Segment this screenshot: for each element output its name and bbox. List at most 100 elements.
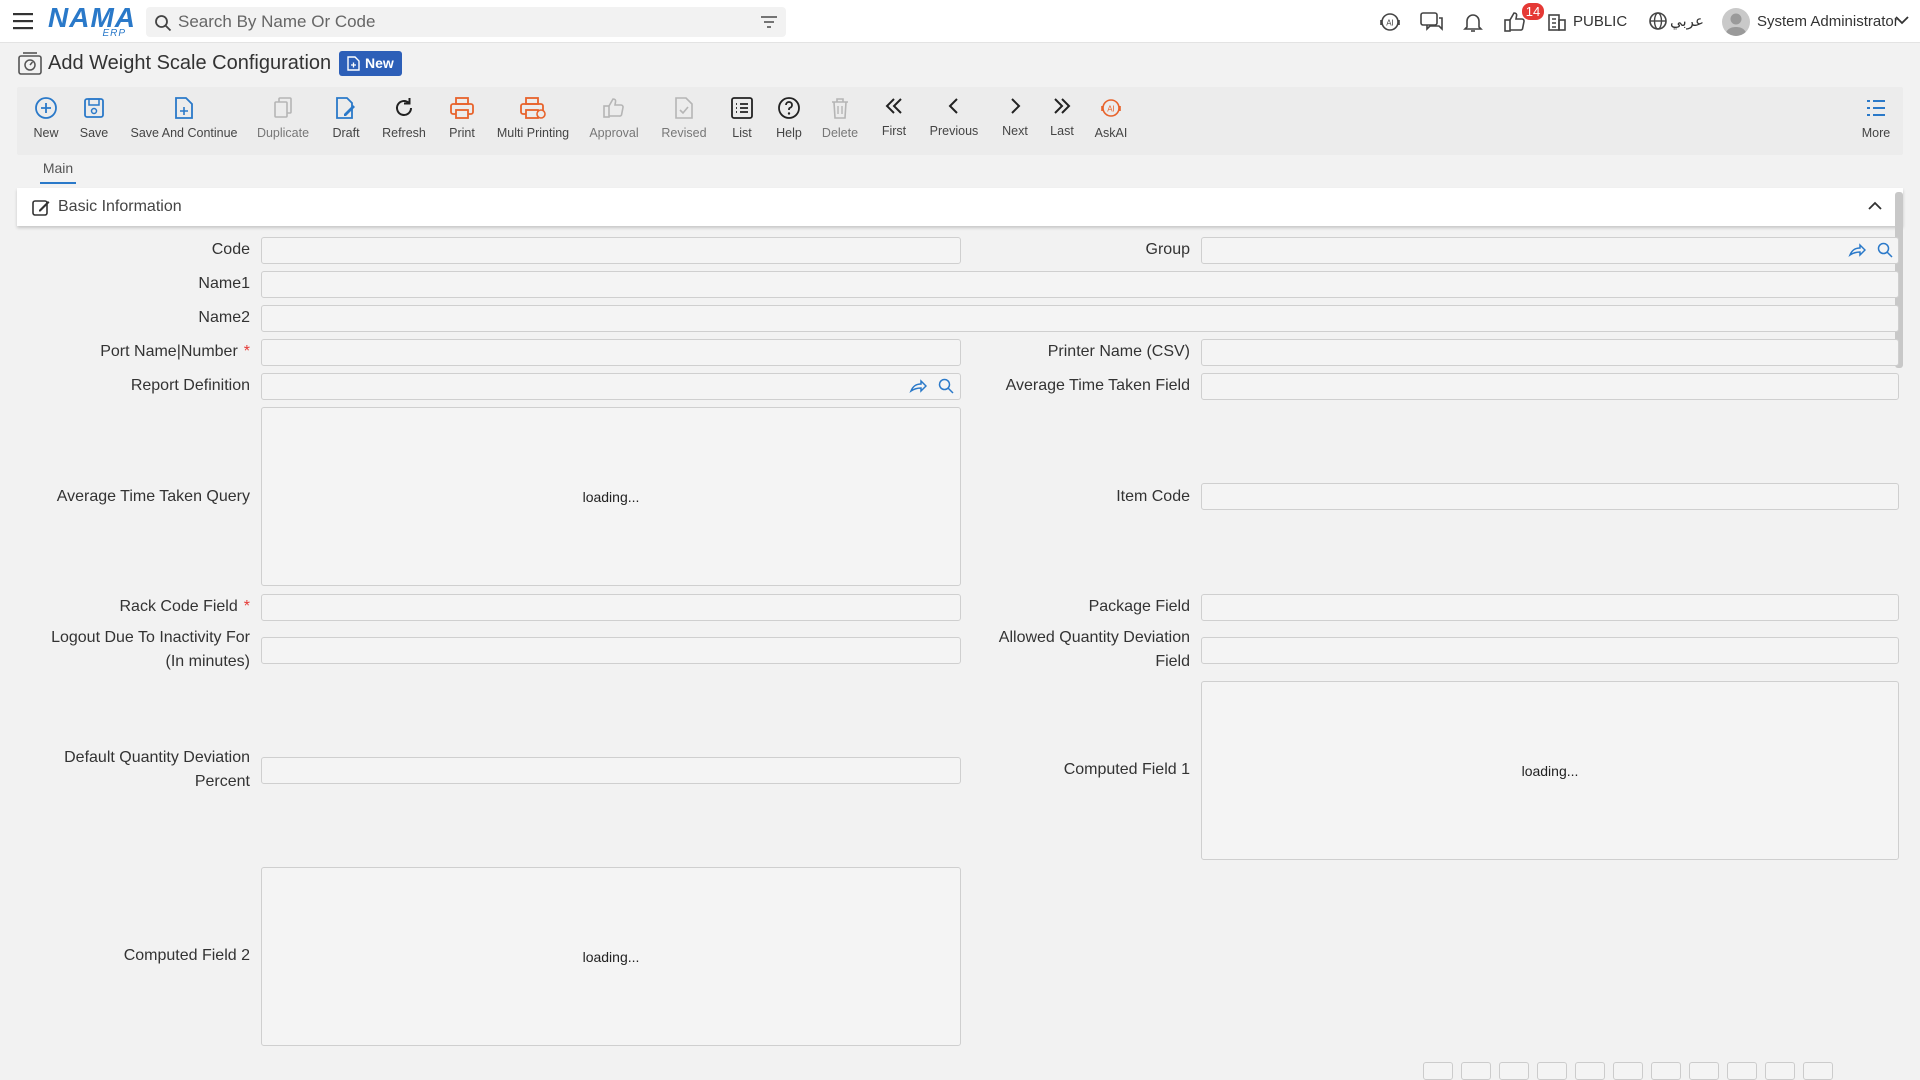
printer-name-label: Printer Name (CSV) [1047,343,1190,360]
item-code-input[interactable] [1201,483,1899,510]
more-button[interactable]: More [1859,94,1893,152]
logout-inactivity-label: Logout Due To Inactivity For (In minutes) [51,629,250,670]
user-name[interactable]: System Administrator [1757,13,1899,30]
bottom-action-button[interactable] [1765,1062,1795,1080]
average-time-taken-query-editor[interactable]: loading... [261,407,961,586]
section-title: Basic Information [58,198,182,215]
document-add-icon [173,94,195,122]
branch-label[interactable]: PUBLIC [1573,13,1627,30]
item-code-label: Item Code [1116,488,1190,505]
code-label: Code [211,241,250,258]
port-name-number-input[interactable] [261,339,961,366]
double-chevron-right-icon [1051,92,1073,120]
weight-scale-icon [16,50,44,78]
chat-icon[interactable] [1419,10,1445,34]
language-switch[interactable]: عربي [1670,12,1704,30]
average-time-taken-field-input[interactable] [1201,373,1899,400]
bottom-action-button[interactable] [1689,1062,1719,1080]
bell-icon[interactable] [1461,10,1487,34]
thumbs-up-icon [602,94,626,122]
code-input[interactable] [261,237,961,264]
menu-icon[interactable] [12,11,36,33]
print-button[interactable]: Print [445,94,479,152]
double-chevron-left-icon [883,92,905,120]
computed-field-1-label: Computed Field 1 [1063,761,1190,778]
svg-text:AI: AI [1107,105,1115,114]
page-title: Add Weight Scale Configuration [48,52,332,74]
revised-button[interactable]: Revised [659,94,709,152]
refresh-button[interactable]: Refresh [381,94,427,152]
next-record-button[interactable]: Next [998,92,1032,150]
edit-icon [31,198,51,218]
refresh-icon [392,94,416,122]
bottom-action-button[interactable] [1461,1062,1491,1080]
app-logo[interactable]: NAMA ERP [48,4,135,40]
group-input[interactable] [1201,237,1899,264]
loading-text: loading... [582,948,640,965]
allowed-quantity-deviation-input[interactable] [1201,637,1899,664]
list-button[interactable]: List [725,94,759,152]
save-button[interactable]: Save [77,94,111,152]
chevron-up-icon[interactable] [1867,200,1883,212]
bottom-action-button[interactable] [1575,1062,1605,1080]
delete-button[interactable]: Delete [820,94,860,152]
filter-icon[interactable] [760,14,778,30]
bottom-action-button[interactable] [1727,1062,1757,1080]
bottom-action-button[interactable] [1537,1062,1567,1080]
name1-label: Name1 [198,275,250,292]
bottom-action-button[interactable] [1423,1062,1453,1080]
bottom-action-button[interactable] [1499,1062,1529,1080]
building-icon[interactable] [1546,10,1572,34]
bottom-action-button[interactable] [1803,1062,1833,1080]
section-header[interactable]: Basic Information [17,188,1903,226]
ai-assistant-icon: AI [1098,94,1124,122]
ai-assistant-icon[interactable]: AI [1378,10,1404,34]
logout-inactivity-input[interactable] [261,637,961,664]
package-field-label: Package Field [1088,598,1190,615]
status-badge: New [339,51,402,76]
name1-input[interactable] [261,271,1899,298]
chevron-down-icon[interactable] [1894,14,1910,38]
tab-main[interactable]: Main [40,160,76,184]
duplicate-button[interactable]: Duplicate [255,94,311,152]
default-quantity-deviation-input[interactable] [261,757,961,784]
computed-field-1-editor[interactable]: loading... [1201,681,1899,860]
help-button[interactable]: Help [772,94,806,152]
lookup-search-icon[interactable] [937,377,955,395]
allowed-quantity-deviation-label: Allowed Quantity Deviation Field [998,629,1190,670]
last-record-button[interactable]: Last [1047,92,1077,150]
group-label: Group [1145,241,1190,258]
previous-record-button[interactable]: Previous [927,92,981,150]
average-time-taken-query-label: Average Time Taken Query [56,488,250,505]
printer-name-input[interactable] [1201,339,1899,366]
port-name-number-label: Port Name|Number * [100,343,250,360]
name2-input[interactable] [261,305,1899,332]
logo-subtext: ERP [102,28,126,39]
document-check-icon [673,94,695,122]
avatar[interactable] [1722,8,1750,36]
search-icon [154,14,172,32]
open-link-icon[interactable] [909,377,927,395]
new-button[interactable]: New [29,94,63,152]
bottom-action-button[interactable] [1613,1062,1643,1080]
trash-icon [829,94,851,122]
bottom-action-button[interactable] [1651,1062,1681,1080]
multi-printing-button[interactable]: Multi Printing [495,94,571,152]
computed-field-2-editor[interactable]: loading... [261,867,961,1046]
save-and-continue-button[interactable]: Save And Continue [129,94,239,152]
draft-button[interactable]: Draft [329,94,363,152]
loading-text: loading... [1521,762,1579,779]
askai-button[interactable]: AI AskAI [1093,94,1129,152]
document-icon [347,56,360,71]
average-time-taken-field-label: Average Time Taken Field [1005,377,1190,394]
list-icon [730,94,754,122]
approval-button[interactable]: Approval [587,94,641,152]
open-link-icon[interactable] [1848,241,1866,259]
first-record-button[interactable]: First [879,92,909,150]
rack-code-field-input[interactable] [261,594,961,621]
search-input[interactable] [178,7,738,37]
lookup-search-icon[interactable] [1876,241,1894,259]
save-icon [82,94,106,122]
package-field-input[interactable] [1201,594,1899,621]
report-definition-input[interactable] [261,373,961,400]
